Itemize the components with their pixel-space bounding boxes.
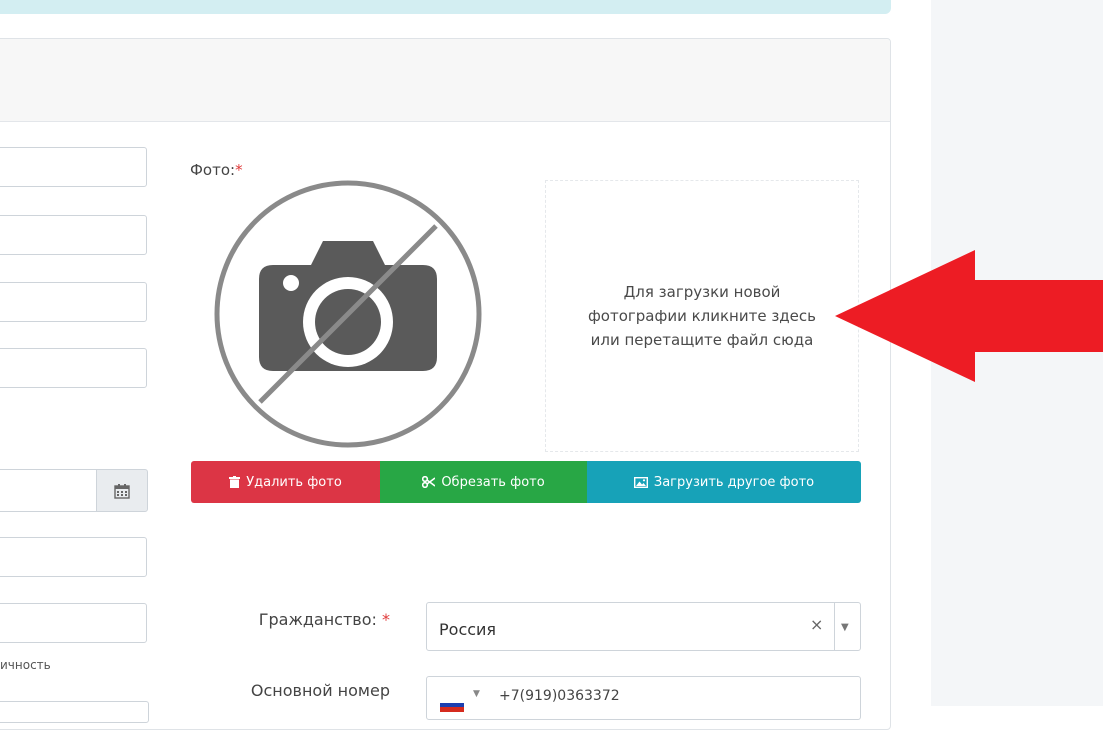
- text-input-7[interactable]: [0, 701, 149, 723]
- photo-dropzone[interactable]: Для загрузки новой фотографии кликните з…: [545, 180, 859, 452]
- phone-input[interactable]: ▼ +7(919)0363372: [426, 676, 861, 720]
- text-input-2[interactable]: [0, 215, 147, 255]
- trash-icon: [229, 476, 241, 488]
- phone-value: +7(919)0363372: [499, 688, 620, 704]
- text-input-1[interactable]: [0, 147, 147, 187]
- chevron-down-icon[interactable]: ▼: [841, 622, 849, 633]
- citizenship-select[interactable]: Россия × ▼: [426, 602, 861, 651]
- select-divider: [834, 603, 835, 650]
- upload-photo-button[interactable]: Загрузить другое фото: [587, 461, 861, 503]
- card-header: [0, 39, 890, 122]
- text-input-3[interactable]: [0, 282, 147, 322]
- citizenship-value: Россия: [439, 620, 497, 639]
- scissors-icon: [422, 476, 436, 488]
- photo-label: Фото:*: [190, 161, 243, 179]
- calendar-icon: [114, 483, 130, 499]
- top-bar: [0, 0, 891, 14]
- date-input[interactable]: [0, 469, 96, 512]
- arrow-left-icon: [835, 250, 1103, 382]
- crop-photo-button[interactable]: Обрезать фото: [380, 461, 587, 503]
- chevron-down-icon[interactable]: ▼: [473, 689, 480, 699]
- delete-photo-button[interactable]: Удалить фото: [191, 461, 380, 503]
- text-input-6[interactable]: [0, 603, 147, 643]
- date-field: [0, 469, 148, 512]
- dropzone-text: Для загрузки новой фотографии кликните з…: [587, 283, 816, 349]
- field-hint: ичность: [0, 658, 51, 672]
- citizenship-label: Гражданство: *: [258, 610, 390, 629]
- camera-slash-icon: [214, 180, 482, 448]
- calendar-button[interactable]: [96, 469, 148, 512]
- text-input-4[interactable]: [0, 348, 147, 388]
- text-input-5[interactable]: [0, 537, 147, 577]
- no-photo-placeholder: [213, 179, 483, 449]
- phone-label: Основной номер: [250, 681, 390, 700]
- clear-icon[interactable]: ×: [810, 615, 823, 634]
- image-icon: [633, 476, 648, 488]
- russia-flag-icon[interactable]: [440, 698, 464, 712]
